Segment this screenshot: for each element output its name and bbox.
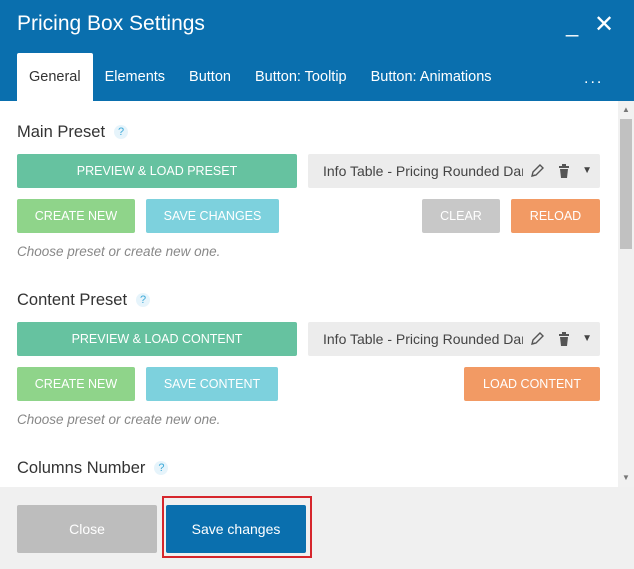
columns-number-label: Columns Number [17,459,146,477]
scroll-down-icon[interactable]: ▼ [622,473,630,482]
scroll-up-icon[interactable]: ▲ [622,105,630,114]
trash-icon[interactable] [556,331,572,347]
create-new-content-button[interactable]: CREATE NEW [17,367,135,401]
main-preset-hint: Choose preset or create new one. [17,244,221,259]
trash-icon[interactable] [556,163,572,179]
pencil-icon[interactable] [529,163,545,179]
minimize-icon[interactable]: _ [566,14,578,36]
tab-general[interactable]: General [17,53,93,101]
scrollbar-thumb[interactable] [620,119,632,249]
clear-preset-button[interactable]: CLEAR [422,199,500,233]
create-new-preset-button[interactable]: CREATE NEW [17,199,135,233]
modal-header: Pricing Box Settings _ ✕ General Element… [0,0,634,101]
settings-panel: Main Preset? PREVIEW & LOAD PRESET Info … [0,101,634,487]
modal-title: Pricing Box Settings [17,12,205,35]
main-preset-select-value: Info Table - Pricing Rounded Dark [323,163,523,179]
tab-button-tooltip[interactable]: Button: Tooltip [243,53,359,101]
reload-preset-button[interactable]: RELOAD [511,199,600,233]
content-preset-hint: Choose preset or create new one. [17,412,221,427]
dropdown-caret-icon: ▼ [582,333,592,344]
content-preset-label: Content Preset [17,291,128,309]
tab-elements[interactable]: Elements [93,53,177,101]
close-button[interactable]: Close [17,505,157,553]
preview-load-preset-button[interactable]: PREVIEW & LOAD PRESET [17,154,297,188]
content-preset-select-value: Info Table - Pricing Rounded Dark [323,331,523,347]
save-content-button[interactable]: SAVE CONTENT [146,367,278,401]
help-icon[interactable]: ? [154,460,169,475]
content-preset-title: Content Preset? [17,291,151,310]
modal-footer: Close Save changes [0,487,634,569]
help-icon[interactable]: ? [136,292,151,307]
main-preset-title: Main Preset? [17,123,129,142]
content-preset-select[interactable]: Info Table - Pricing Rounded Dark ▼ [308,322,600,356]
load-content-button[interactable]: LOAD CONTENT [464,367,600,401]
save-changes-preset-button[interactable]: SAVE CHANGES [146,199,279,233]
dropdown-caret-icon: ▼ [582,165,592,176]
tab-button[interactable]: Button [177,53,243,101]
tab-bar: General Elements Button Button: Tooltip … [17,53,504,101]
close-icon[interactable]: ✕ [594,13,614,37]
more-tabs-icon[interactable]: ... [584,70,603,88]
preview-load-content-button[interactable]: PREVIEW & LOAD CONTENT [17,322,297,356]
pencil-icon[interactable] [529,331,545,347]
help-icon[interactable]: ? [114,124,129,139]
highlight-box [162,496,312,558]
columns-number-title: Columns Number? [17,459,169,478]
tab-button-animations[interactable]: Button: Animations [359,53,504,101]
main-preset-select[interactable]: Info Table - Pricing Rounded Dark ▼ [308,154,600,188]
main-preset-label: Main Preset [17,123,106,141]
scrollbar[interactable]: ▲ ▼ [618,101,634,487]
